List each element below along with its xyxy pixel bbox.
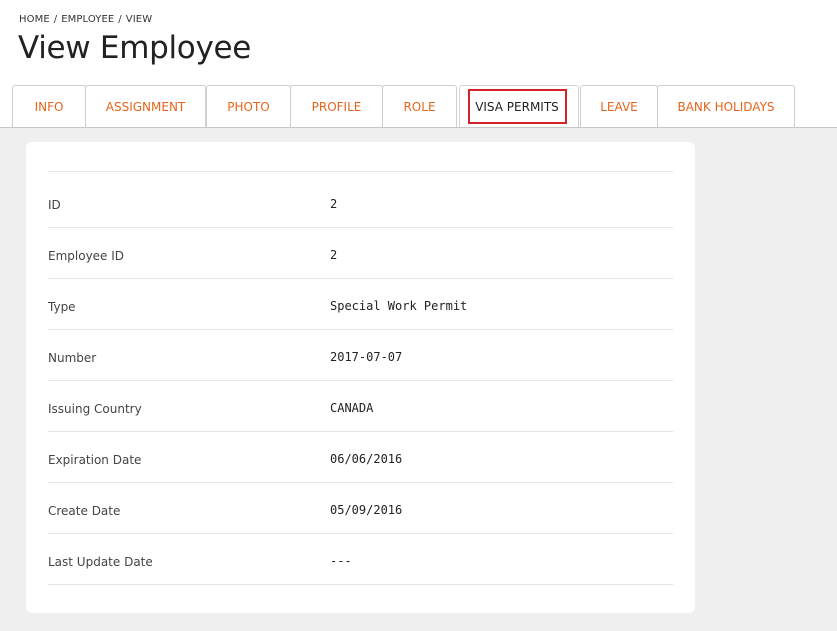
tab-photo[interactable]: PHOTO	[206, 85, 291, 127]
detail-value-expiration-date: 06/06/2016	[330, 452, 403, 466]
detail-value-id: 2	[330, 197, 338, 211]
tabs-divider	[0, 127, 837, 128]
breadcrumb-employee[interactable]: EMPLOYEE	[61, 14, 114, 25]
tab-info[interactable]: INFO	[12, 85, 86, 127]
detail-label-number: Number	[48, 351, 97, 365]
detail-value-type: Special Work Permit	[330, 299, 468, 313]
breadcrumb-home[interactable]: HOME	[19, 14, 50, 25]
detail-value-create-date: 05/09/2016	[330, 503, 403, 517]
detail-label-issuing-country: Issuing Country	[48, 402, 142, 416]
tab-visa-permits[interactable]: VISA PERMITS	[459, 85, 579, 127]
row-divider	[48, 227, 673, 228]
tab-label: ROLE	[403, 99, 436, 114]
detail-value-last-update-date: ---	[330, 554, 352, 568]
detail-label-expiration-date: Expiration Date	[48, 453, 142, 467]
detail-label-type: Type	[48, 300, 76, 314]
page-title: View Employee	[18, 30, 252, 66]
tab-assignment[interactable]: ASSIGNMENT	[85, 85, 206, 127]
detail-label-id: ID	[48, 198, 61, 212]
breadcrumb: HOME / EMPLOYEE / VIEW	[19, 14, 152, 25]
row-divider	[48, 482, 673, 483]
visa-permit-details-card: ID 2 Employee ID 2 Type Special Work Per…	[26, 142, 695, 613]
breadcrumb-view: VIEW	[125, 14, 153, 25]
breadcrumb-separator: /	[118, 14, 122, 25]
detail-value-issuing-country: CANADA	[330, 401, 374, 415]
tab-label: LEAVE	[600, 99, 638, 114]
detail-label-last-update-date: Last Update Date	[48, 555, 153, 569]
detail-label-employee-id: Employee ID	[48, 249, 125, 263]
row-divider	[48, 533, 673, 534]
row-divider	[48, 584, 673, 585]
tab-label: PROFILE	[311, 99, 362, 114]
row-divider	[48, 329, 673, 330]
tab-leave[interactable]: LEAVE	[580, 85, 658, 127]
detail-label-create-date: Create Date	[48, 504, 121, 518]
tab-profile[interactable]: PROFILE	[290, 85, 383, 127]
breadcrumb-separator: /	[53, 14, 58, 25]
row-divider	[48, 431, 673, 432]
row-divider	[48, 278, 673, 279]
row-divider	[48, 380, 673, 381]
tab-bank-holidays[interactable]: BANK HOLIDAYS	[657, 85, 795, 127]
tab-label: BANK HOLIDAYS	[677, 99, 775, 114]
tab-label: PHOTO	[227, 99, 270, 114]
row-divider	[48, 171, 673, 172]
tab-label: VISA PERMITS	[475, 99, 559, 114]
detail-value-employee-id: 2	[330, 248, 338, 262]
tab-label: ASSIGNMENT	[105, 99, 186, 114]
detail-value-number: 2017-07-07	[330, 350, 403, 364]
tab-role[interactable]: ROLE	[382, 85, 457, 127]
tab-label: INFO	[34, 99, 64, 114]
